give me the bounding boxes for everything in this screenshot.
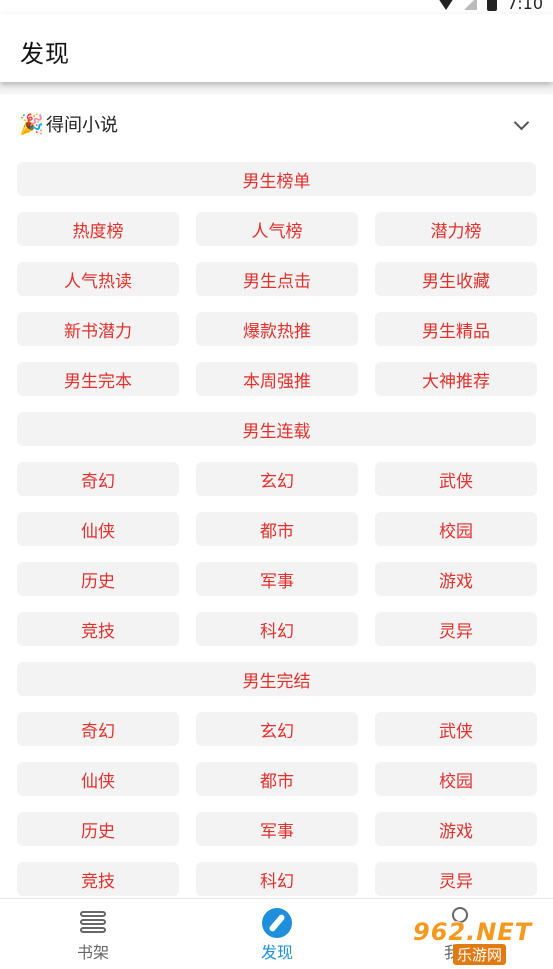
- category-chip[interactable]: 男生完本: [17, 362, 179, 396]
- section-male-ranking: 男生榜单 热度榜 人气榜 潜力榜 人气热读 男生点击 男生收藏 新书潜力 爆款热…: [17, 162, 537, 396]
- category-chip[interactable]: 人气热读: [17, 262, 179, 296]
- category-chip[interactable]: 都市: [196, 512, 358, 546]
- category-chip[interactable]: 校园: [375, 762, 537, 796]
- app-header: 发现: [0, 14, 553, 82]
- category-chip[interactable]: 爆款热推: [196, 312, 358, 346]
- chevron-down-icon[interactable]: [513, 114, 530, 131]
- wifi-icon: [438, 0, 455, 10]
- watermark-logo: 962.NET 乐游网: [413, 918, 549, 965]
- discover-content[interactable]: 男生榜单 热度榜 人气榜 潜力榜 人气热读 男生点击 男生收藏 新书潜力 爆款热…: [0, 162, 553, 898]
- nav-item-shelf[interactable]: 书架: [23, 899, 163, 969]
- category-chip[interactable]: 玄幻: [196, 462, 358, 496]
- category-chip[interactable]: 人气榜: [196, 212, 358, 246]
- category-chip[interactable]: 大神推荐: [375, 362, 537, 396]
- category-chip[interactable]: 游戏: [375, 812, 537, 846]
- category-chip[interactable]: 游戏: [375, 562, 537, 596]
- category-chip[interactable]: 军事: [196, 812, 358, 846]
- category-chip[interactable]: 玄幻: [196, 712, 358, 746]
- status-icons: 7:10: [438, 0, 543, 13]
- nav-item-discover[interactable]: 发现: [207, 899, 347, 969]
- category-chip[interactable]: 潜力榜: [375, 212, 537, 246]
- section-header[interactable]: 男生完结: [17, 662, 536, 696]
- source-name: 得间小说: [46, 115, 118, 136]
- category-chip[interactable]: 都市: [196, 762, 358, 796]
- category-chip[interactable]: 男生收藏: [375, 262, 537, 296]
- category-chip[interactable]: 奇幻: [17, 712, 179, 746]
- status-time: 7:10: [507, 0, 543, 13]
- category-chip[interactable]: 男生点击: [196, 262, 358, 296]
- category-chip[interactable]: 历史: [17, 562, 179, 596]
- compass-icon: [262, 908, 292, 938]
- category-chip[interactable]: 仙侠: [17, 762, 179, 796]
- category-chip[interactable]: 新书潜力: [17, 312, 179, 346]
- category-chip[interactable]: 武侠: [375, 712, 537, 746]
- section-male-serial: 男生连载 奇幻 玄幻 武侠 仙侠 都市 校园 历史 军事 游戏 竞技 科幻 灵异: [17, 412, 537, 646]
- category-chip[interactable]: 仙侠: [17, 512, 179, 546]
- page-title: 发现: [20, 40, 70, 68]
- category-chip[interactable]: 灵异: [375, 612, 537, 646]
- nav-label: 书架: [76, 943, 109, 962]
- section-male-completed: 男生完结 奇幻 玄幻 武侠 仙侠 都市 校园 历史 军事 游戏 竞技 科幻 灵异: [17, 662, 537, 896]
- category-chip[interactable]: 武侠: [375, 462, 537, 496]
- header-divider: [0, 82, 553, 94]
- category-grid: 奇幻 玄幻 武侠 仙侠 都市 校园 历史 军事 游戏 竞技 科幻 灵异: [17, 462, 537, 646]
- party-popper-icon: 🎉: [19, 112, 44, 136]
- category-chip[interactable]: 热度榜: [17, 212, 179, 246]
- category-chip[interactable]: 竞技: [17, 862, 179, 896]
- section-header[interactable]: 男生榜单: [17, 162, 536, 196]
- watermark-text: 962.NET: [413, 918, 533, 946]
- section-header[interactable]: 男生连载: [17, 412, 536, 446]
- bookshelf-icon: [80, 911, 106, 933]
- battery-icon: [487, 0, 498, 11]
- category-chip[interactable]: 科幻: [196, 862, 358, 896]
- signal-icon: [464, 0, 478, 10]
- status-bar: 7:10: [0, 0, 553, 14]
- nav-label: 发现: [260, 943, 293, 962]
- category-chip[interactable]: 军事: [196, 562, 358, 596]
- source-selector[interactable]: 🎉 得间小说: [0, 94, 553, 152]
- category-chip[interactable]: 灵异: [375, 862, 537, 896]
- watermark-subtext: 乐游网: [453, 944, 507, 965]
- category-grid: 奇幻 玄幻 武侠 仙侠 都市 校园 历史 军事 游戏 竞技 科幻 灵异: [17, 712, 537, 896]
- category-chip[interactable]: 竞技: [17, 612, 179, 646]
- category-chip[interactable]: 奇幻: [17, 462, 179, 496]
- category-chip[interactable]: 校园: [375, 512, 537, 546]
- category-grid: 热度榜 人气榜 潜力榜 人气热读 男生点击 男生收藏 新书潜力 爆款热推 男生精…: [17, 212, 537, 396]
- category-chip[interactable]: 本周强推: [196, 362, 358, 396]
- category-chip[interactable]: 历史: [17, 812, 179, 846]
- category-chip[interactable]: 男生精品: [375, 312, 537, 346]
- category-chip[interactable]: 科幻: [196, 612, 358, 646]
